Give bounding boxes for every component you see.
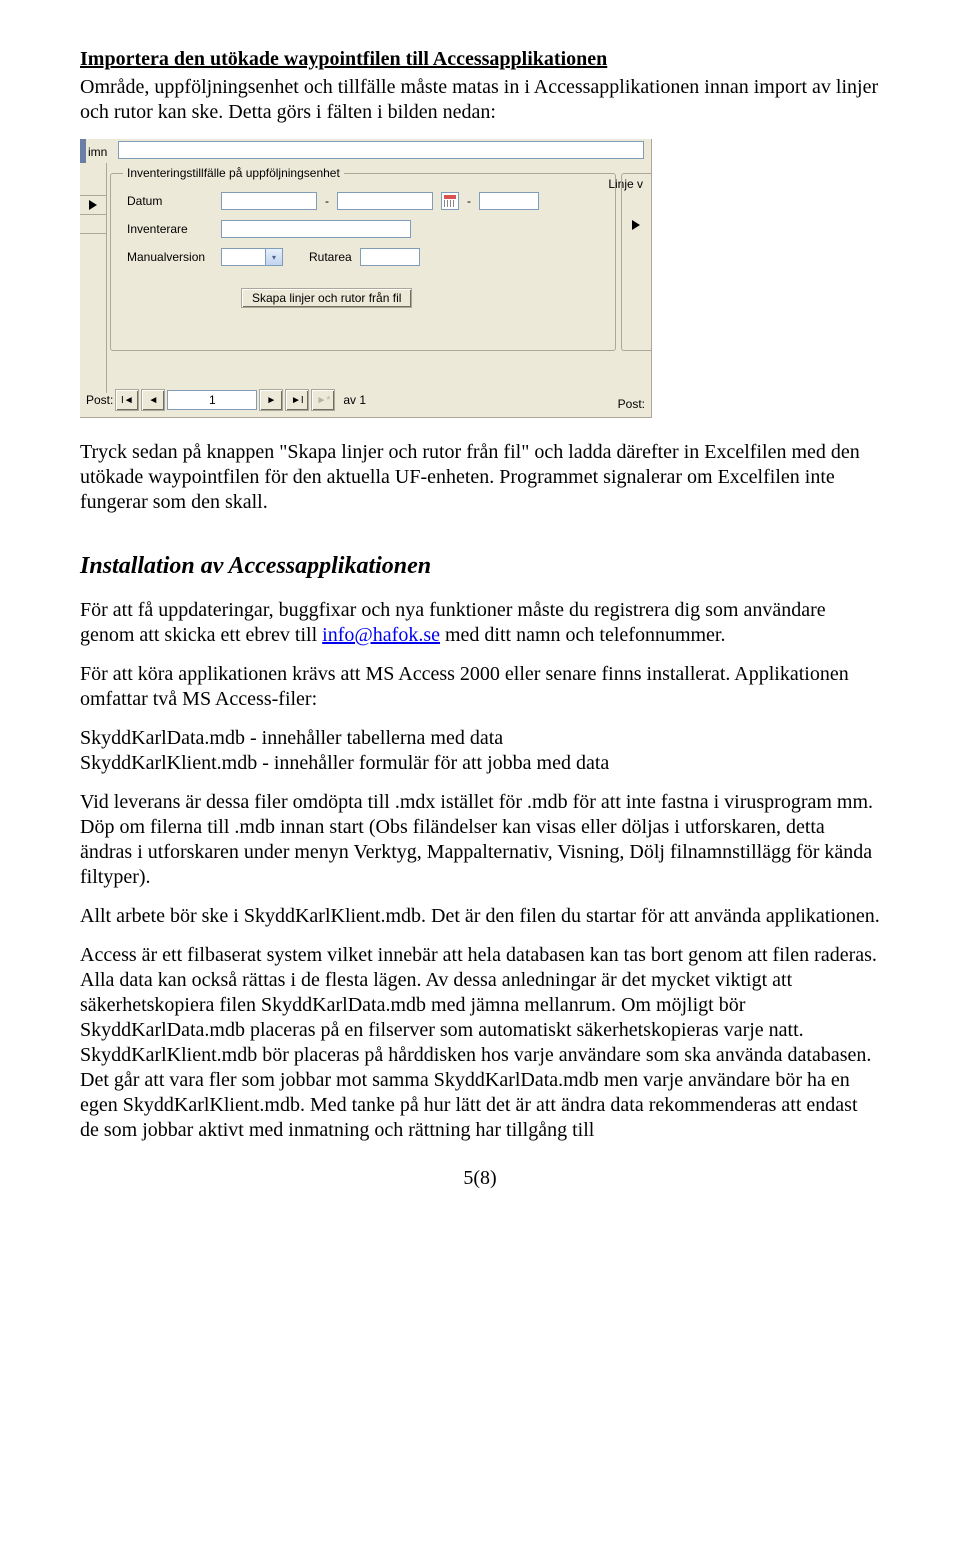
datum-label: Datum — [127, 194, 213, 208]
imn-input[interactable] — [118, 141, 644, 159]
file-data-line: SkyddKarlData.mdb - innehåller tabellern… — [80, 727, 503, 749]
heading-import: Importera den utökade waypointfilen till… — [80, 48, 880, 71]
rutarea-label: Rutarea — [309, 250, 352, 264]
rutarea-input[interactable] — [360, 248, 420, 266]
paragraph-intro: Område, uppföljningsenhet och tillfälle … — [80, 75, 880, 125]
calendar-icon[interactable] — [441, 192, 459, 210]
manualversion-label: Manualversion — [127, 250, 213, 264]
paragraph-register: För att få uppdateringar, buggfixar och … — [80, 598, 880, 648]
paragraph-work: Allt arbete bör ske i SkyddKarlKlient.md… — [80, 904, 880, 929]
groupbox-inventering: Inventeringstillfälle på uppföljningsenh… — [110, 173, 616, 351]
record-selector-gutter — [80, 163, 107, 393]
paragraph-backup: Access är ett filbaserat system vilket i… — [80, 943, 880, 1143]
manualversion-combo[interactable]: ▾ — [221, 248, 283, 266]
record-navigator: Post: I◄ ◄ 1 ► ►I ►* av 1 — [86, 389, 366, 411]
datum-from-input[interactable] — [221, 192, 317, 210]
skapa-button[interactable]: Skapa linjer och rutor från fil — [241, 288, 412, 308]
paragraph-press: Tryck sedan på knappen "Skapa linjer och… — [80, 440, 880, 515]
nav-prev-button[interactable]: ◄ — [141, 389, 165, 411]
inventerare-label: Inventerare — [127, 222, 213, 236]
heading-installation: Installation av Accessapplikationen — [80, 553, 880, 580]
page-number: 5(8) — [80, 1167, 880, 1190]
paragraph-requirements: För att köra applikationen krävs att MS … — [80, 662, 880, 712]
nav-first-button[interactable]: I◄ — [115, 389, 139, 411]
nav-last-button[interactable]: ►I — [285, 389, 309, 411]
next-panel-icon[interactable] — [632, 220, 640, 230]
nav-new-button[interactable]: ►* — [311, 389, 335, 411]
nav2-post-label: Post: — [618, 397, 645, 411]
paragraph-rename: Vid leverans är dessa filer omdöpta till… — [80, 790, 880, 890]
mailto-link[interactable]: info@hafok.se — [322, 624, 440, 646]
datum-to-input[interactable] — [337, 192, 433, 210]
chevron-down-icon: ▾ — [265, 249, 282, 265]
nav-post-label: Post: — [86, 393, 113, 407]
groupbox-legend: Inventeringstillfälle på uppföljningsenh… — [123, 166, 344, 180]
date-range-dash-2: - — [467, 194, 471, 208]
nav-current-input[interactable]: 1 — [167, 390, 257, 410]
date-range-dash: - — [325, 194, 329, 208]
access-form-screenshot: imn Inventeringstillfälle på uppföljning… — [80, 139, 652, 418]
imn-label: imn — [88, 145, 107, 159]
groupbox-linje — [621, 173, 652, 351]
file-klient-line: SkyddKarlKlient.mdb - innehåller formulä… — [80, 752, 609, 774]
current-record-icon — [89, 200, 97, 210]
inventerare-input[interactable] — [221, 220, 411, 238]
paragraph-files: SkyddKarlData.mdb - innehåller tabellern… — [80, 726, 880, 776]
datum-extra-input[interactable] — [479, 192, 539, 210]
paragraph-register-b: med ditt namn och telefonnummer. — [440, 624, 726, 646]
nav-next-button[interactable]: ► — [259, 389, 283, 411]
titlebar-fragment — [80, 139, 86, 165]
record-navigator-sub: Post: — [618, 397, 645, 411]
nav-count-label: av 1 — [343, 393, 366, 407]
